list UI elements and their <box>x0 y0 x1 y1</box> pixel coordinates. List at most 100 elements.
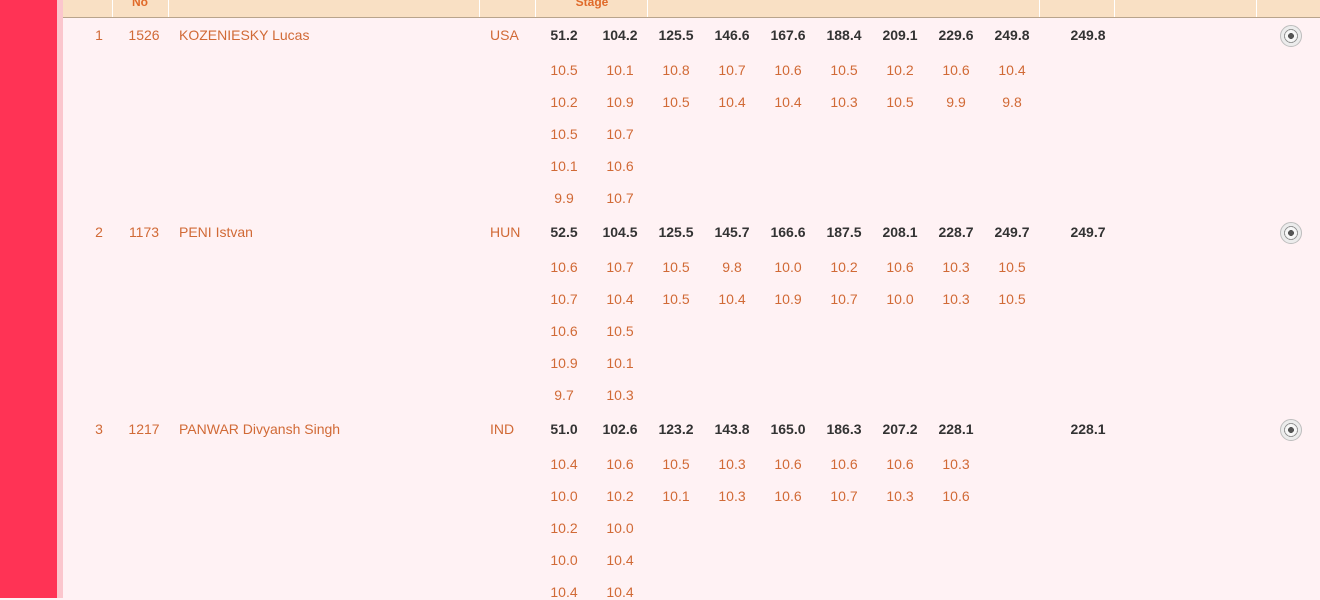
shot-score-cell: 10.4 <box>718 94 746 110</box>
shot-score-cell: 10.3 <box>718 456 746 472</box>
series-total-cell: 249.7 <box>994 224 1030 240</box>
target-view-button[interactable] <box>1280 25 1302 47</box>
shot-score-cell: 10.4 <box>550 456 578 472</box>
shot-score-cell: 10.6 <box>942 488 970 504</box>
shot-score-cell: 10.9 <box>774 291 802 307</box>
bib-number-cell: 1217 <box>128 421 160 437</box>
shot-score-cell: 10.5 <box>998 259 1026 275</box>
shot-score-cell: 10.3 <box>718 488 746 504</box>
shot-score-cell: 10.1 <box>606 355 634 371</box>
series-total-cell: 249.8 <box>994 27 1030 43</box>
shot-score-cell: 10.5 <box>662 259 690 275</box>
athlete-name-cell: KOZENIESKY Lucas <box>179 27 310 43</box>
bib-number-cell: 1526 <box>128 27 160 43</box>
table-header: No Stage <box>63 0 1320 18</box>
shot-score-cell: 10.3 <box>942 259 970 275</box>
shot-score-cell: 10.1 <box>662 488 690 504</box>
shot-score-cell: 10.3 <box>886 488 914 504</box>
shot-score-cell: 10.7 <box>606 126 634 142</box>
shot-score-cell: 10.8 <box>662 62 690 78</box>
shot-score-cell: 10.7 <box>718 62 746 78</box>
shot-score-cell: 10.1 <box>606 62 634 78</box>
shot-score-cell: 10.0 <box>886 291 914 307</box>
shot-score-cell: 10.2 <box>550 94 578 110</box>
series-total-cell: 51.0 <box>550 421 578 437</box>
athlete-name-cell: PANWAR Divyansh Singh <box>179 421 341 437</box>
header-divider <box>1256 0 1257 17</box>
series-total-cell: 125.5 <box>658 224 694 240</box>
shot-score-cell: 10.5 <box>606 323 634 339</box>
shot-score-cell: 9.7 <box>554 387 574 403</box>
shot-score-cell: 9.9 <box>554 190 574 206</box>
shot-score-cell: 9.8 <box>722 259 742 275</box>
shot-score-cell: 10.0 <box>774 259 802 275</box>
shot-score-cell: 10.5 <box>550 62 578 78</box>
shot-score-cell: 10.6 <box>886 259 914 275</box>
shot-score-cell: 10.7 <box>550 291 578 307</box>
shot-score-cell: 10.3 <box>942 456 970 472</box>
shot-score-cell: 10.3 <box>606 387 634 403</box>
series-total-cell: 143.8 <box>714 421 750 437</box>
country-cell: IND <box>490 421 515 437</box>
target-view-button[interactable] <box>1280 222 1302 244</box>
header-divider <box>1039 0 1040 17</box>
rank-cell: 2 <box>95 224 103 240</box>
shot-score-cell: 10.6 <box>774 488 802 504</box>
header-divider <box>647 0 648 17</box>
shot-score-cell: 10.6 <box>774 456 802 472</box>
header-stage: Stage <box>575 0 609 9</box>
shot-score-cell: 10.5 <box>662 291 690 307</box>
series-total-cell: 102.6 <box>602 421 638 437</box>
rank-cell: 1 <box>95 27 103 43</box>
country-cell: USA <box>490 27 519 43</box>
target-view-button[interactable] <box>1280 419 1302 441</box>
series-total-cell: 52.5 <box>550 224 578 240</box>
shot-score-cell: 10.5 <box>550 126 578 142</box>
shot-score-cell: 9.8 <box>1002 94 1022 110</box>
series-total-cell: 207.2 <box>882 421 918 437</box>
shot-score-cell: 10.5 <box>662 456 690 472</box>
series-total-cell: 229.6 <box>938 27 974 43</box>
series-total-cell: 51.2 <box>550 27 578 43</box>
shot-score-cell: 10.5 <box>830 62 858 78</box>
shot-score-cell: 10.9 <box>606 94 634 110</box>
shot-score-cell: 10.5 <box>886 94 914 110</box>
shot-score-cell: 10.6 <box>606 456 634 472</box>
series-total-cell: 104.2 <box>602 27 638 43</box>
bib-number-cell: 1173 <box>128 224 160 240</box>
header-divider <box>535 0 536 17</box>
series-total-cell: 104.5 <box>602 224 638 240</box>
final-score-cell: 228.1 <box>1070 421 1106 437</box>
shot-score-cell: 10.0 <box>606 520 634 536</box>
shot-score-cell: 10.7 <box>830 488 858 504</box>
shot-score-cell: 10.6 <box>550 323 578 339</box>
series-total-cell: 187.5 <box>826 224 862 240</box>
shot-score-cell: 10.3 <box>942 291 970 307</box>
shot-score-cell: 10.6 <box>606 158 634 174</box>
series-total-cell: 146.6 <box>714 27 750 43</box>
shot-score-cell: 10.6 <box>774 62 802 78</box>
shot-score-cell: 10.1 <box>550 158 578 174</box>
series-total-cell: 228.1 <box>938 421 974 437</box>
header-divider <box>1114 0 1115 17</box>
shot-score-cell: 10.7 <box>606 259 634 275</box>
shot-score-cell: 10.0 <box>550 552 578 568</box>
shot-score-cell: 10.7 <box>606 190 634 206</box>
left-accent-bar <box>0 0 57 598</box>
country-cell: HUN <box>490 224 521 240</box>
header-divider <box>479 0 480 17</box>
shot-score-cell: 10.4 <box>606 291 634 307</box>
series-total-cell: 145.7 <box>714 224 750 240</box>
shot-score-cell: 10.6 <box>830 456 858 472</box>
series-total-cell: 167.6 <box>770 27 806 43</box>
series-total-cell: 166.6 <box>770 224 806 240</box>
shot-score-cell: 10.0 <box>550 488 578 504</box>
series-total-cell: 165.0 <box>770 421 806 437</box>
shot-score-cell: 10.7 <box>830 291 858 307</box>
final-score-cell: 249.8 <box>1070 27 1106 43</box>
shot-score-cell: 10.5 <box>998 291 1026 307</box>
series-total-cell: 125.5 <box>658 27 694 43</box>
shot-score-cell: 10.6 <box>550 259 578 275</box>
shot-score-cell: 10.4 <box>998 62 1026 78</box>
shot-score-cell: 10.4 <box>774 94 802 110</box>
